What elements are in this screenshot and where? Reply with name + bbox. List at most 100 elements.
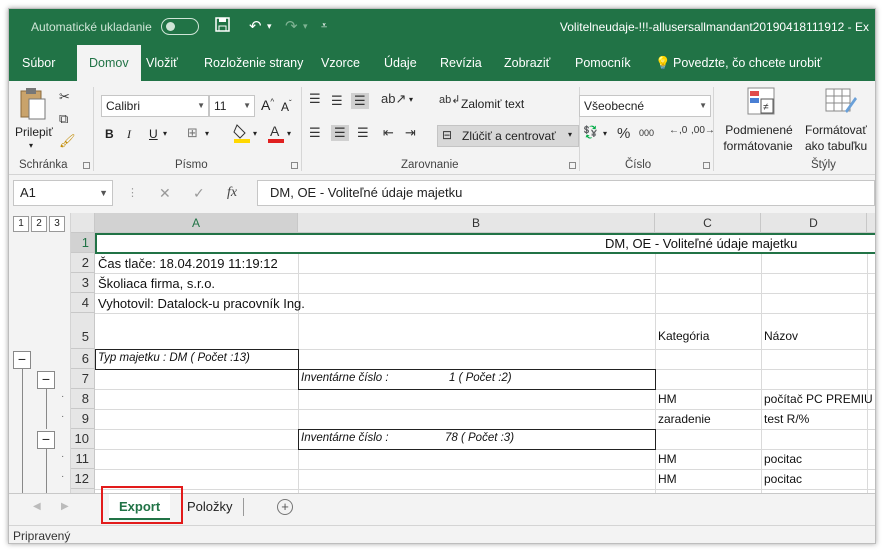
row-header-2[interactable]: 2: [71, 253, 95, 273]
cell-name[interactable]: pocitac: [764, 452, 802, 466]
wrap-text-button[interactable]: Zalomiť text: [461, 97, 524, 111]
cell-company[interactable]: Školiaca firma, s.r.o.: [98, 276, 215, 291]
tab-rozlozenie-strany[interactable]: Rozloženie strany: [204, 45, 303, 81]
cell-print-time[interactable]: Čas tlače: 18.04.2019 11:19:12: [98, 256, 278, 271]
scroll-tabs-left-icon[interactable]: ◀: [33, 501, 41, 512]
font-color-icon[interactable]: A: [267, 123, 285, 146]
tab-domov[interactable]: Domov: [77, 45, 141, 81]
column-header-b[interactable]: B: [298, 213, 655, 233]
name-box[interactable]: A1 ▼: [13, 180, 113, 206]
tab-revizia[interactable]: Revízia: [440, 45, 482, 81]
format-as-table-label-1[interactable]: Formátovať: [805, 123, 875, 138]
align-middle-icon[interactable]: ☰: [331, 93, 343, 109]
alignment-launcher-icon[interactable]: [569, 162, 576, 169]
cell-header-category[interactable]: Kategória: [658, 329, 709, 343]
cell-inventory-label[interactable]: Inventárne číslo :: [301, 372, 389, 384]
outline-level-1-button[interactable]: 1: [13, 216, 29, 232]
conditional-formatting-label-1[interactable]: Podmienené: [719, 123, 799, 138]
outline-level-2-button[interactable]: 2: [31, 216, 47, 232]
row-header-7[interactable]: 7: [71, 369, 95, 389]
row-header-1[interactable]: 1: [71, 233, 95, 253]
align-right-icon[interactable]: ☰: [357, 125, 369, 141]
cell-category[interactable]: zaradenie: [658, 412, 711, 426]
align-top-icon[interactable]: ☰: [309, 91, 321, 107]
decrease-decimal-icon[interactable]: ,00→: [691, 125, 715, 136]
cell-category[interactable]: HM: [658, 392, 677, 406]
undo-dropdown-icon[interactable]: ▾: [267, 21, 272, 32]
tab-udaje[interactable]: Údaje: [384, 45, 417, 81]
column-header-c[interactable]: C: [655, 213, 761, 233]
row-header-6[interactable]: 6: [71, 349, 95, 369]
italic-button[interactable]: I: [127, 127, 131, 142]
decrease-font-icon[interactable]: Aˇ: [281, 99, 292, 114]
cell-inventory-value[interactable]: 78 ( Počet :3): [445, 432, 514, 444]
tab-zobrazit[interactable]: Zobraziť: [504, 45, 550, 81]
column-header-e[interactable]: [867, 213, 875, 233]
tab-vzorce[interactable]: Vzorce: [321, 45, 360, 81]
font-size-select[interactable]: 11 ▼: [209, 95, 255, 117]
row-header-11[interactable]: 11: [71, 449, 95, 469]
format-as-table-label-2[interactable]: ako tabuľku: [805, 139, 875, 154]
insert-function-icon[interactable]: fx: [227, 185, 237, 201]
number-launcher-icon[interactable]: [703, 162, 710, 169]
align-bottom-icon[interactable]: ☰: [351, 93, 369, 109]
column-header-a[interactable]: A: [95, 213, 298, 233]
row-header-5[interactable]: 5: [71, 313, 95, 349]
clipboard-launcher-icon[interactable]: [83, 162, 90, 169]
select-all-corner[interactable]: [71, 213, 95, 233]
tell-me-search[interactable]: Povedzte, čo chcete urobiť: [673, 45, 822, 81]
cell-category[interactable]: HM: [658, 472, 677, 486]
collapse-group-icon[interactable]: −: [37, 371, 55, 389]
fill-color-dropdown-icon[interactable]: ▾: [253, 129, 257, 138]
borders-icon[interactable]: ⊞: [187, 125, 198, 141]
autosave-toggle[interactable]: [161, 18, 199, 35]
bold-button[interactable]: B: [105, 127, 114, 141]
underline-dropdown-icon[interactable]: ▾: [163, 129, 167, 138]
cell-author[interactable]: Vyhotovil: Datalock-u pracovník Ing.: [98, 296, 305, 311]
increase-font-icon[interactable]: A^: [261, 97, 274, 113]
row-header-4[interactable]: 4: [71, 293, 95, 313]
accounting-dropdown-icon[interactable]: ▾: [603, 129, 607, 138]
orientation-dropdown-icon[interactable]: ▾: [409, 95, 413, 104]
customize-qat-icon[interactable]: ⩡: [321, 20, 327, 33]
undo-icon[interactable]: ↶: [249, 17, 262, 35]
cell-inventory-label[interactable]: Inventárne číslo :: [301, 432, 389, 444]
paste-button[interactable]: Prilepiť: [15, 125, 53, 139]
redo-icon[interactable]: ↷: [285, 17, 298, 35]
cancel-icon[interactable]: ✕: [159, 185, 171, 202]
fill-color-icon[interactable]: [233, 123, 251, 146]
underline-button[interactable]: U: [149, 127, 158, 141]
tab-pomocnik[interactable]: Pomocník: [575, 45, 631, 81]
merge-center-button[interactable]: ⊟ Zlúčiť a centrovať ▾: [437, 125, 579, 147]
font-color-dropdown-icon[interactable]: ▾: [287, 129, 291, 138]
cell-asset-type[interactable]: Typ majetku : DM ( Počet :13): [98, 352, 250, 364]
tab-vlozit[interactable]: Vložiť: [146, 45, 178, 81]
cell-name[interactable]: počítač PC PREMIU: [764, 392, 873, 406]
increase-decimal-icon[interactable]: ←,0: [669, 125, 687, 136]
row-header-3[interactable]: 3: [71, 273, 95, 293]
tab-subor[interactable]: Súbor: [22, 45, 55, 81]
cell-name[interactable]: pocitac: [764, 472, 802, 486]
align-left-icon[interactable]: ☰: [309, 125, 321, 141]
row-header-8[interactable]: 8: [71, 389, 95, 409]
thousands-separator-icon[interactable]: 000: [639, 128, 654, 138]
row-header-12[interactable]: 12: [71, 469, 95, 489]
percent-icon[interactable]: %: [617, 125, 630, 142]
cell-name[interactable]: test R/%: [764, 412, 809, 426]
conditional-formatting-icon[interactable]: ≠: [747, 87, 777, 120]
collapse-group-icon[interactable]: −: [13, 351, 31, 369]
conditional-formatting-label-2[interactable]: formátovanie: [715, 139, 801, 154]
collapse-group-icon[interactable]: −: [37, 431, 55, 449]
redo-dropdown-icon[interactable]: ▾: [303, 21, 308, 32]
paste-dropdown-icon[interactable]: ▾: [29, 141, 33, 150]
font-name-select[interactable]: Calibri ▼: [101, 95, 209, 117]
copy-icon[interactable]: ⧉: [59, 111, 68, 127]
sheet-tab-polozky[interactable]: Položky: [177, 494, 243, 520]
increase-indent-icon[interactable]: ⇥: [405, 125, 416, 141]
row-header-9[interactable]: 9: [71, 409, 95, 429]
paste-icon[interactable]: [19, 87, 47, 124]
cell-header-name[interactable]: Názov: [764, 329, 798, 343]
orientation-icon[interactable]: ab↗: [381, 91, 406, 107]
column-header-d[interactable]: D: [761, 213, 867, 233]
outline-level-3-button[interactable]: 3: [49, 216, 65, 232]
